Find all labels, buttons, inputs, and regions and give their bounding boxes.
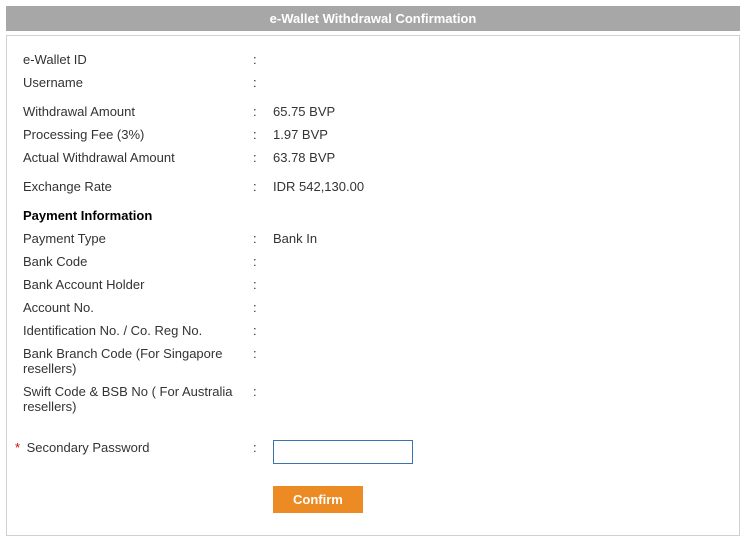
colon: : <box>253 52 273 67</box>
value-exchange-rate: IDR 542,130.00 <box>273 179 723 194</box>
confirmation-panel: e-Wallet ID : Username : Withdrawal Amou… <box>6 35 740 536</box>
colon: : <box>253 254 273 269</box>
colon: : <box>253 346 273 361</box>
label-exchange-rate: Exchange Rate <box>23 179 253 194</box>
colon: : <box>253 277 273 292</box>
payment-section-title: Payment Information <box>23 208 253 223</box>
label-account-holder: Bank Account Holder <box>23 277 253 292</box>
value-withdrawal-amount: 65.75 BVP <box>273 104 723 119</box>
row-actual-withdrawal: Actual Withdrawal Amount : 63.78 BVP <box>23 146 723 169</box>
colon: : <box>253 127 273 142</box>
row-confirm: Confirm <box>23 468 723 517</box>
row-ewallet-id: e-Wallet ID : <box>23 48 723 71</box>
label-ewallet-id: e-Wallet ID <box>23 52 253 67</box>
label-id-no: Identification No. / Co. Reg No. <box>23 323 253 338</box>
value-payment-type: Bank In <box>273 231 723 246</box>
confirm-button[interactable]: Confirm <box>273 486 363 513</box>
row-withdrawal-amount: Withdrawal Amount : 65.75 BVP <box>23 100 723 123</box>
colon: : <box>253 300 273 315</box>
label-username: Username <box>23 75 253 90</box>
row-account-holder: Bank Account Holder : <box>23 273 723 296</box>
colon: : <box>253 179 273 194</box>
row-processing-fee: Processing Fee (3%) : 1.97 BVP <box>23 123 723 146</box>
label-withdrawal-amount: Withdrawal Amount <box>23 104 253 119</box>
row-id-no: Identification No. / Co. Reg No. : <box>23 319 723 342</box>
row-exchange-rate: Exchange Rate : IDR 542,130.00 <box>23 175 723 198</box>
label-secondary-password: Secondary Password <box>27 440 150 455</box>
label-payment-type: Payment Type <box>23 231 253 246</box>
row-payment-section: Payment Information <box>23 204 723 227</box>
value-processing-fee: 1.97 BVP <box>273 127 723 142</box>
colon: : <box>253 231 273 246</box>
row-secondary-password: * Secondary Password : <box>23 436 723 468</box>
row-username: Username : <box>23 71 723 94</box>
colon: : <box>253 440 273 455</box>
colon: : <box>253 323 273 338</box>
label-processing-fee: Processing Fee (3%) <box>23 127 253 142</box>
row-bank-code: Bank Code : <box>23 250 723 273</box>
secondary-password-input[interactable] <box>273 440 413 464</box>
colon: : <box>253 104 273 119</box>
colon: : <box>253 384 273 399</box>
label-bank-code: Bank Code <box>23 254 253 269</box>
row-swift-code: Swift Code & BSB No ( For Australia rese… <box>23 380 723 418</box>
page-header: e-Wallet Withdrawal Confirmation <box>6 6 740 31</box>
required-marker: * <box>15 440 23 455</box>
row-branch-code: Bank Branch Code (For Singapore reseller… <box>23 342 723 380</box>
label-account-no: Account No. <box>23 300 253 315</box>
row-payment-type: Payment Type : Bank In <box>23 227 723 250</box>
value-actual-withdrawal: 63.78 BVP <box>273 150 723 165</box>
colon: : <box>253 150 273 165</box>
label-actual-withdrawal: Actual Withdrawal Amount <box>23 150 253 165</box>
row-account-no: Account No. : <box>23 296 723 319</box>
label-swift-code: Swift Code & BSB No ( For Australia rese… <box>23 384 253 414</box>
colon: : <box>253 75 273 90</box>
label-branch-code: Bank Branch Code (For Singapore reseller… <box>23 346 253 376</box>
